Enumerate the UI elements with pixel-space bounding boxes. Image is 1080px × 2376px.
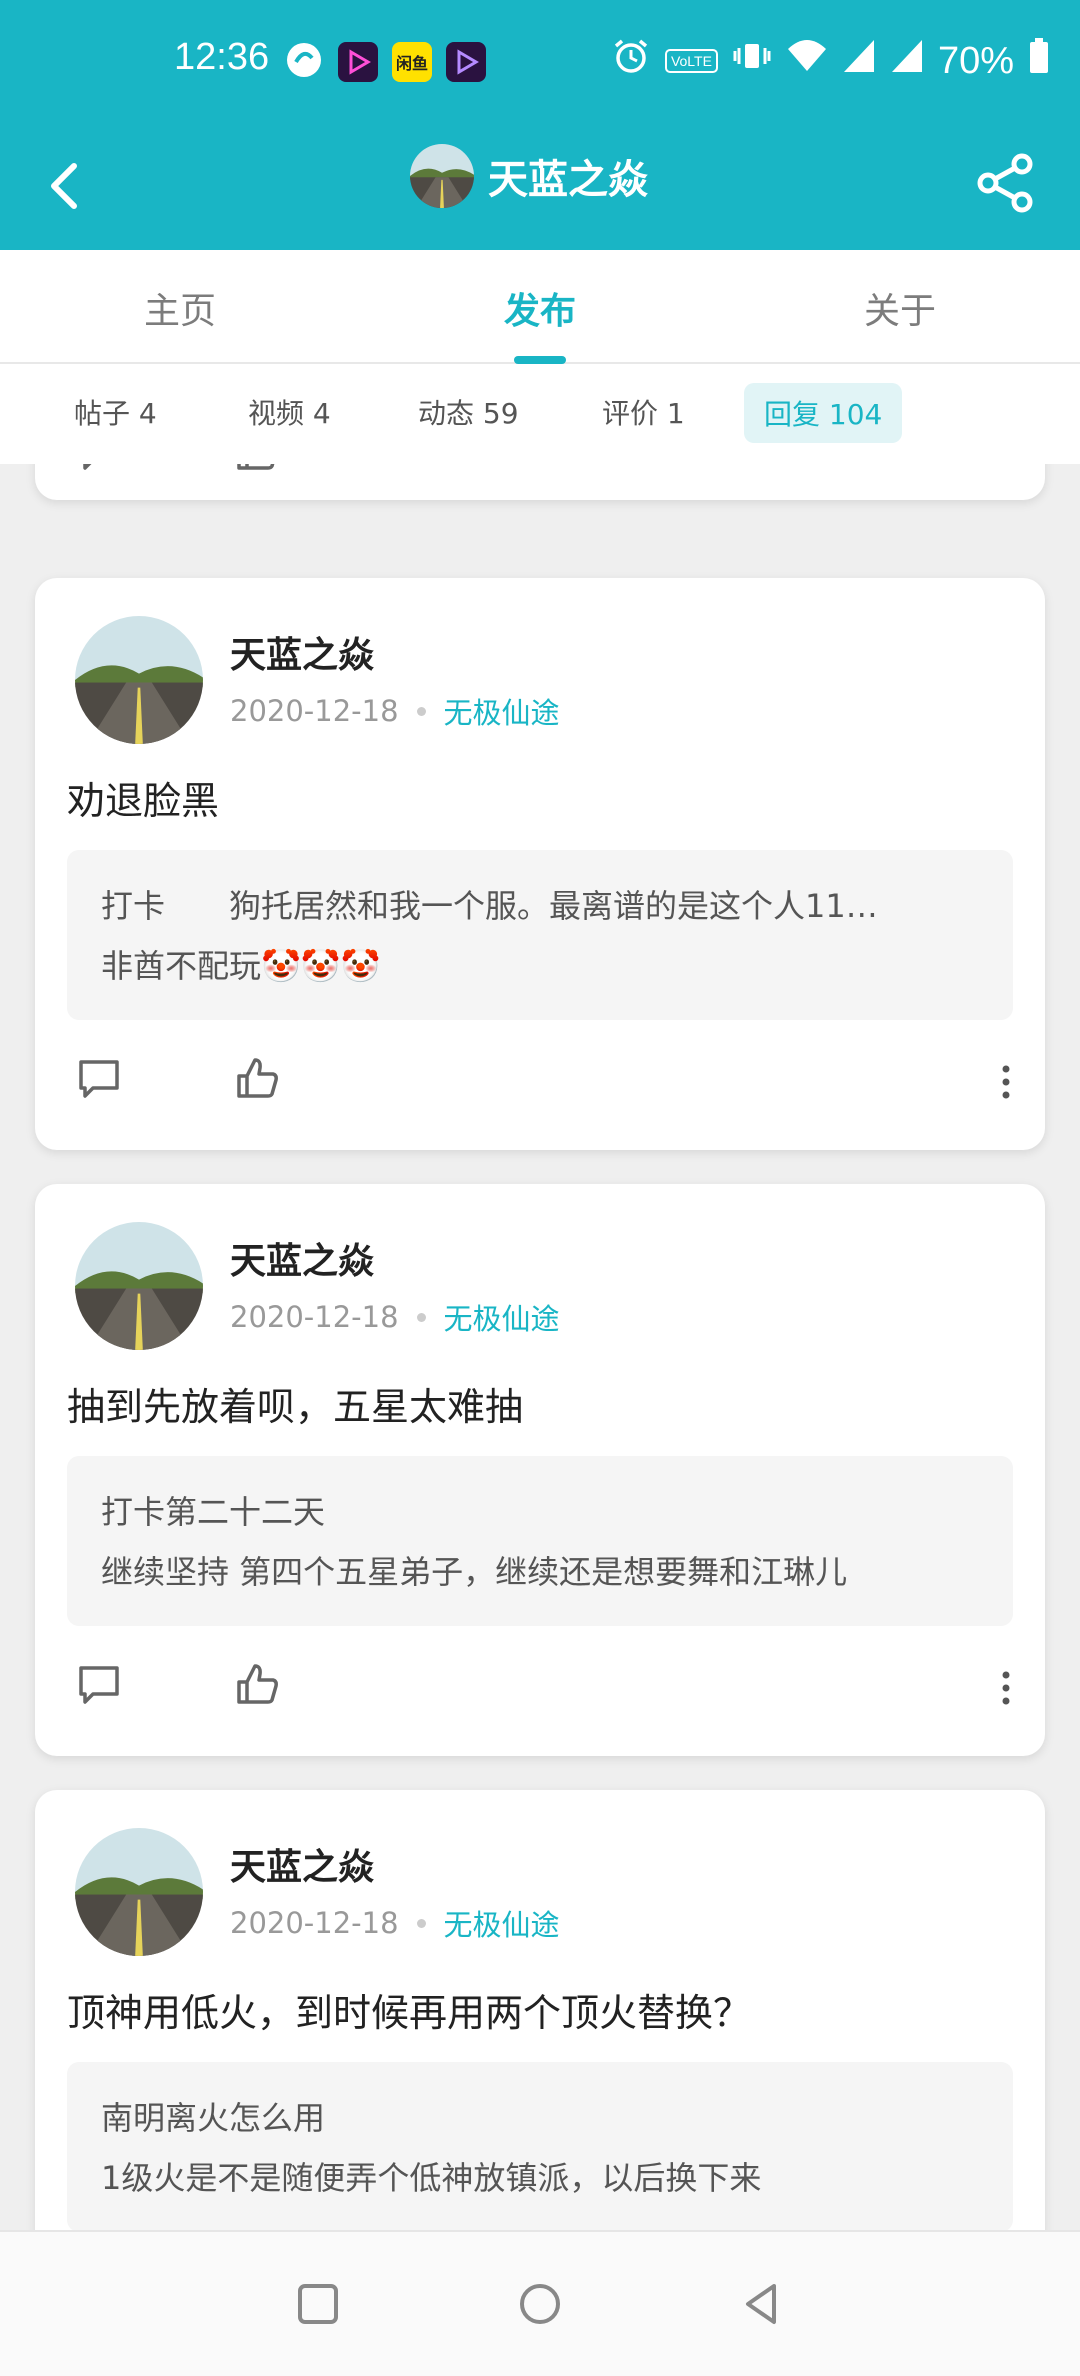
profile-title: 天蓝之焱	[410, 144, 648, 208]
back-button[interactable]	[38, 152, 98, 218]
reply-feed[interactable]: 天蓝之焱 2020-12-18 无极仙途 劝退脸黑 打卡 狗托居然和我一个服。最…	[0, 464, 1080, 2230]
vibrate-icon	[732, 36, 772, 86]
separator-dot	[416, 706, 426, 716]
subtab-threads[interactable]: 帖子 4	[74, 392, 157, 432]
thumbs-up-icon[interactable]	[233, 464, 281, 474]
back-nav-button[interactable]	[734, 2276, 790, 2332]
active-tab-indicator	[514, 356, 566, 364]
tab-posts[interactable]: 发布	[504, 282, 576, 334]
post-date: 2020-12-18	[230, 694, 399, 728]
author-avatar[interactable]	[75, 616, 203, 744]
game-tag[interactable]: 无极仙途	[444, 1296, 560, 1338]
author-name[interactable]: 天蓝之焱	[230, 1232, 374, 1284]
quoted-post[interactable]: 南明离火怎么用 1级火是不是随便弄个低神放镇派，以后换下来	[67, 2062, 1013, 2230]
comment-icon[interactable]	[75, 1660, 123, 1708]
game-tag[interactable]: 无极仙途	[444, 1902, 560, 1944]
quoted-title: 打卡第二十二天	[101, 1493, 326, 1531]
battery-level: 70%	[937, 39, 1014, 82]
quoted-title: 南明离火怎么用	[101, 2099, 326, 2137]
reply-text: 顶神用低火，到时候再用两个顶火替换？	[67, 1991, 752, 2035]
card-actions	[75, 1054, 281, 1102]
author-name[interactable]: 天蓝之焱	[230, 1838, 374, 1890]
alarm-icon	[611, 36, 651, 86]
reply-card[interactable]: 天蓝之焱 2020-12-18 无极仙途 抽到先放着呗，五星太难抽 打卡第二十二…	[35, 1184, 1045, 1756]
profile-tabs: 主页 发布 关于	[0, 250, 1080, 364]
more-options-icon[interactable]	[1001, 1064, 1011, 1100]
subtab-videos[interactable]: 视频 4	[248, 392, 331, 432]
quoted-body: 非酋不配玩🤡🤡🤡	[101, 947, 381, 985]
reply-card[interactable]: 天蓝之焱 2020-12-18 无极仙途 顶神用低火，到时候再用两个顶火替换？ …	[35, 1790, 1045, 2230]
chevron-left-icon	[51, 163, 77, 209]
reply-card[interactable]: 天蓝之焱 2020-12-18 无极仙途 劝退脸黑 打卡 狗托居然和我一个服。最…	[35, 578, 1045, 1150]
tab-home[interactable]: 主页	[144, 282, 216, 334]
app-header: 天蓝之焱	[0, 122, 1080, 250]
notification-icons: 闲鱼	[284, 40, 486, 84]
post-meta: 2020-12-18 无极仙途	[230, 1296, 560, 1338]
video-app-icon-2	[446, 42, 486, 82]
subtab-reviews[interactable]: 评价 1	[602, 392, 685, 432]
post-date: 2020-12-18	[230, 1906, 399, 1940]
system-nav-bar	[0, 2230, 1080, 2376]
quoted-title: 打卡 狗托居然和我一个服。最离谱的是这个人11…	[101, 887, 878, 925]
author-avatar[interactable]	[75, 1222, 203, 1350]
game-tag[interactable]: 无极仙途	[444, 690, 560, 732]
post-meta: 2020-12-18 无极仙途	[230, 1902, 560, 1944]
weibo-icon	[284, 40, 324, 84]
reply-text: 劝退脸黑	[67, 779, 220, 823]
home-button[interactable]	[512, 2276, 568, 2332]
share-button[interactable]	[970, 148, 1040, 218]
separator-dot	[416, 1312, 426, 1322]
more-options-icon[interactable]	[1001, 1670, 1011, 1706]
quoted-post[interactable]: 打卡 狗托居然和我一个服。最离谱的是这个人11… 非酋不配玩🤡🤡🤡	[67, 850, 1013, 1020]
quoted-body: 1级火是不是随便弄个低神放镇派，以后换下来	[101, 2159, 762, 2197]
volte-icon: VoLTE	[664, 49, 718, 73]
reply-card-partial	[35, 464, 1045, 500]
post-meta: 2020-12-18 无极仙途	[230, 690, 560, 732]
video-app-icon	[338, 42, 378, 82]
signal-icon-2	[890, 38, 924, 84]
subtab-replies[interactable]: 回复 104	[744, 383, 903, 443]
comment-icon[interactable]	[75, 464, 123, 474]
share-icon	[977, 153, 1033, 213]
page-title: 天蓝之焱	[488, 157, 648, 203]
subtab-moments[interactable]: 动态 59	[418, 392, 519, 432]
author-avatar[interactable]	[75, 1828, 203, 1956]
content-filter-tabs: 帖子 4 视频 4 动态 59 评价 1 回复 104	[0, 364, 1080, 464]
battery-icon	[1028, 37, 1050, 85]
card-actions	[75, 1660, 281, 1708]
post-date: 2020-12-18	[230, 1300, 399, 1334]
status-time: 12:36	[174, 36, 270, 78]
signal-icon	[842, 38, 876, 84]
tab-about[interactable]: 关于	[864, 282, 936, 334]
status-bar: 12:36 闲鱼 VoLTE 70%	[0, 0, 1080, 122]
xianyu-app-icon: 闲鱼	[392, 42, 432, 82]
comment-icon[interactable]	[75, 1054, 123, 1102]
author-name[interactable]: 天蓝之焱	[230, 626, 374, 678]
quoted-post[interactable]: 打卡第二十二天 继续坚持 第四个五星弟子，继续还是想要舞和江琳儿	[67, 1456, 1013, 1626]
separator-dot	[416, 1918, 426, 1928]
quoted-body: 继续坚持 第四个五星弟子，继续还是想要舞和江琳儿	[101, 1553, 848, 1591]
thumbs-up-icon[interactable]	[233, 1660, 281, 1708]
system-icons: VoLTE 70%	[611, 36, 1050, 86]
avatar	[410, 144, 474, 208]
recents-button[interactable]	[290, 2276, 346, 2332]
thumbs-up-icon[interactable]	[233, 1054, 281, 1102]
reply-text: 抽到先放着呗，五星太难抽	[67, 1385, 524, 1429]
wifi-icon	[786, 37, 828, 85]
